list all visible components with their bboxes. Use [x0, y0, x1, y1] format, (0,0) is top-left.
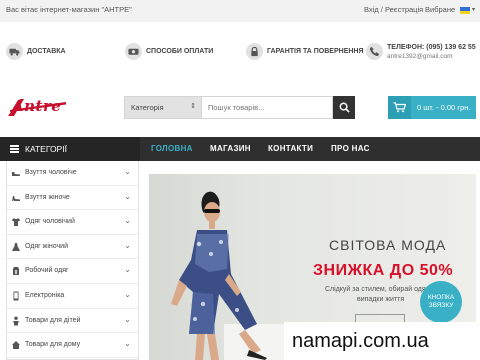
- payment-label: СПОСОБИ ОПЛАТИ: [146, 48, 214, 55]
- sidebar-item-kids[interactable]: Товари для дітей ⌄: [7, 309, 138, 334]
- wishlist-link[interactable]: Вибране: [425, 5, 455, 14]
- logo[interactable]: Antre: [6, 96, 68, 118]
- sidebar-item-label: Взуття жіноче: [25, 193, 70, 201]
- mens-shoe-icon: [12, 172, 20, 176]
- logo-text: Antre: [12, 97, 62, 115]
- sidebar-item-label: Електроніка: [25, 292, 65, 299]
- top-bar: Вас вітає інтернет-магазин "АНТРЕ" Вхід …: [0, 0, 480, 22]
- home-icon: [12, 341, 20, 350]
- email-address[interactable]: antre1392@gmail.com: [387, 53, 453, 60]
- sidebar-item-electronics[interactable]: Електроніка ⌄: [7, 284, 138, 309]
- nav-link-shop[interactable]: МАГАЗИН: [210, 144, 251, 153]
- fashion-model-image: [171, 191, 289, 360]
- nav-link-home[interactable]: ГОЛОВНА: [151, 144, 193, 153]
- cart-summary: 0 шт. - 0.00 грн.: [417, 103, 471, 112]
- warranty-label: ГАРАНТІЯ ТА ПОВЕРНЕННЯ: [267, 48, 364, 55]
- main-nav: КАТЕГОРІЇ ГОЛОВНА МАГАЗИН КОНТАКТИ ПРО Н…: [0, 137, 480, 161]
- banner-sale-text: ЗНИЖКА ДО 50%: [313, 262, 454, 279]
- shirt-icon: [12, 218, 20, 227]
- categories-label: КАТЕГОРІЇ: [25, 144, 67, 154]
- banner-subtitle-line1: Слідкуй за стилем, обирай одяг на: [325, 286, 438, 293]
- sidebar-item-workwear[interactable]: Робочий одяг ⌄: [7, 259, 138, 284]
- phone-icon: [366, 43, 383, 60]
- sidebar-item-mens-shoes[interactable]: Взуття чоловіче ⌄: [7, 161, 138, 186]
- money-icon: [125, 43, 142, 60]
- cart-button[interactable]: 0 шт. - 0.00 грн.: [388, 96, 476, 119]
- category-sidebar: Взуття чоловіче ⌄ Взуття жіноче ⌄ Одяг ч…: [6, 161, 139, 360]
- womens-shoe-icon: [12, 195, 20, 201]
- watermark-text: namapi.com.ua: [292, 330, 429, 352]
- sidebar-item-mens-clothes[interactable]: Одяг чоловічий ⌄: [7, 210, 138, 235]
- chevron-down-icon: ⌄: [124, 191, 131, 201]
- cart-icon: [388, 96, 411, 119]
- phone-number: ТЕЛЕФОН: (095) 139 62 55: [387, 44, 476, 51]
- nav-link-about[interactable]: ПРО НАС: [331, 144, 370, 153]
- child-icon: [13, 316, 19, 326]
- chevron-down-icon: ⌄: [124, 339, 131, 349]
- contact-button-line1: КНОПКА: [427, 294, 455, 301]
- delivery-label: ДОСТАВКА: [27, 48, 66, 55]
- chevron-down-icon: ⌄: [124, 265, 131, 275]
- chevron-down-icon: ⌄: [124, 167, 131, 176]
- contact-button-line2: ЗВЯЗКУ: [428, 302, 454, 309]
- dress-icon: [12, 242, 20, 251]
- category-select-label: Категорія: [131, 103, 164, 112]
- chevron-down-icon: ⌄: [124, 216, 131, 226]
- workwear-icon: [13, 267, 19, 276]
- sidebar-item-home[interactable]: Товари для дому ⌄: [7, 333, 138, 358]
- chevron-down-icon: ⌄: [124, 314, 131, 324]
- chevron-down-icon: ⌄: [124, 290, 131, 299]
- updown-arrows-icon: ⇕: [190, 103, 196, 110]
- sidebar-item-label: Товари для дому: [25, 341, 81, 349]
- ukraine-flag-icon[interactable]: [460, 7, 470, 14]
- sidebar-item-womens-shoes[interactable]: Взуття жіноче ⌄: [7, 186, 138, 211]
- watermark: namapi.com.ua: [284, 322, 480, 360]
- search-bar: Категорія ⇕: [124, 96, 355, 119]
- banner-title: СВІТОВА МОДА: [329, 237, 447, 253]
- welcome-text: Вас вітає інтернет-магазин "АНТРЕ": [6, 5, 132, 14]
- chevron-down-icon: ⌄: [124, 240, 131, 250]
- lock-icon: [246, 43, 263, 60]
- search-icon: [339, 102, 350, 113]
- features-bar: ДОСТАВКА СПОСОБИ ОПЛАТИ ГАРАНТІЯ ТА ПОВЕ…: [0, 33, 480, 73]
- truck-icon: [6, 43, 23, 60]
- search-input[interactable]: [202, 96, 333, 119]
- search-button[interactable]: [333, 96, 355, 119]
- category-select[interactable]: Категорія ⇕: [124, 96, 202, 119]
- sidebar-item-label: Робочий одяг: [25, 267, 69, 275]
- nav-link-contacts[interactable]: КОНТАКТИ: [268, 144, 313, 153]
- categories-menu-button[interactable]: КАТЕГОРІЇ: [0, 137, 140, 161]
- phone-device-icon: [13, 291, 19, 301]
- sidebar-item-label: Одяг чоловічий: [25, 218, 75, 226]
- language-caret-icon[interactable]: ▾: [472, 6, 475, 13]
- sidebar-item-label: Одяг жіночий: [25, 242, 68, 250]
- hamburger-icon: [10, 145, 19, 153]
- sidebar-item-womens-clothes[interactable]: Одяг жіночий ⌄: [7, 235, 138, 260]
- sidebar-item-label: Взуття чоловіче: [25, 169, 77, 176]
- banner-subtitle-line2: випадки життя: [357, 296, 405, 303]
- contact-button[interactable]: КНОПКА ЗВЯЗКУ: [420, 281, 462, 323]
- login-register-link[interactable]: Вхід / Реєстрація: [364, 5, 423, 14]
- sidebar-item-label: Товари для дітей: [25, 316, 81, 324]
